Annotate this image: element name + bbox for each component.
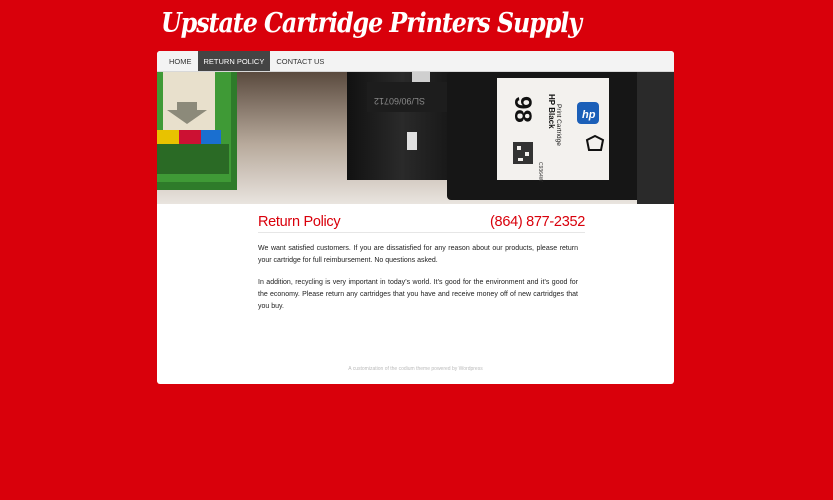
phone-number: (864) 877-2352 bbox=[490, 214, 585, 230]
nav-item-return-policy[interactable]: RETURN POLICY bbox=[197, 51, 271, 71]
main-content: Return Policy (864) 877-2352 We want sat… bbox=[258, 214, 585, 313]
svg-text:hp: hp bbox=[582, 109, 596, 121]
site-title[interactable]: Upstate Cartridge Printers Supply bbox=[161, 8, 582, 39]
paragraph-recycling: In addition, recycling is very important… bbox=[258, 279, 578, 310]
banner-label-number: 98 bbox=[509, 96, 536, 123]
banner-mid-code: SL/90/60712 bbox=[374, 96, 425, 106]
banner-label-code: C9364W bbox=[537, 162, 543, 182]
nav-item-home[interactable]: HOME bbox=[163, 51, 198, 71]
page-title: Return Policy bbox=[258, 214, 341, 230]
page-container: HOME RETURN POLICY CONTACT US SL/90/6071… bbox=[157, 51, 674, 384]
paragraph-satisfaction: We want satisfied customers. If you are … bbox=[258, 245, 578, 264]
banner-label-brand: HP Black bbox=[547, 94, 556, 129]
header-banner-image: SL/90/60712 98 HP Black Print Cartridge … bbox=[157, 72, 674, 204]
banner-label-type: Print Cartridge bbox=[555, 104, 562, 146]
footer-credit[interactable]: A customization of the codium theme powe… bbox=[157, 366, 674, 372]
heading-row: Return Policy (864) 877-2352 bbox=[258, 214, 585, 233]
main-nav: HOME RETURN POLICY CONTACT US bbox=[157, 51, 674, 72]
nav-item-contact-us[interactable]: CONTACT US bbox=[270, 51, 330, 71]
